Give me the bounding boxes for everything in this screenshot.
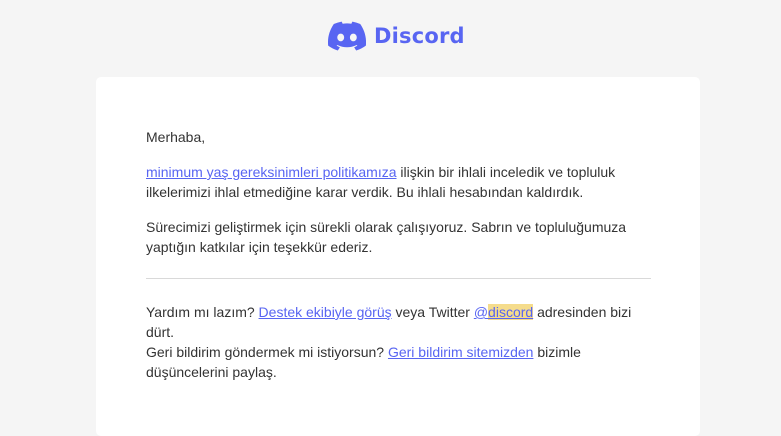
age-policy-link[interactable]: minimum yaş gereksinimleri politikamıza — [146, 164, 397, 180]
email-footer: Yardım mı lazım? Destek ekibiyle görüş v… — [146, 302, 656, 382]
twitter-at-sign: @ — [473, 304, 489, 320]
discord-logo[interactable]: Discord — [328, 21, 465, 51]
paragraph-thanks: Sürecimizi geliştirmek için sürekli olar… — [146, 219, 627, 255]
help-middle-text: veya Twitter — [391, 304, 474, 320]
greeting-text: Merhaba, — [146, 129, 206, 145]
twitter-handle-link[interactable]: @discord — [473, 304, 534, 320]
support-team-link[interactable]: Destek ekibiyle görüş — [259, 304, 392, 320]
divider — [146, 278, 651, 279]
email-content: Merhaba, minimum yaş gereksinimleri poli… — [146, 127, 656, 382]
discord-logo-icon — [328, 21, 366, 51]
help-prefix-text: Yardım mı lazım? — [146, 304, 259, 320]
feedback-site-link[interactable]: Geri bildirim sitemizden — [388, 344, 533, 360]
twitter-handle-text: discord — [488, 304, 534, 320]
paragraph-violation: minimum yaş gereksinimleri politikamıza … — [146, 162, 656, 202]
email-card: Merhaba, minimum yaş gereksinimleri poli… — [96, 77, 700, 436]
help-line: Yardım mı lazım? Destek ekibiyle görüş v… — [146, 302, 656, 342]
discord-wordmark: Discord — [374, 24, 465, 48]
email-header: Discord — [0, 0, 781, 74]
feedback-line: Geri bildirim göndermek mi istiyorsun? G… — [146, 342, 656, 382]
feedback-prefix-text: Geri bildirim göndermek mi istiyorsun? — [146, 344, 388, 360]
